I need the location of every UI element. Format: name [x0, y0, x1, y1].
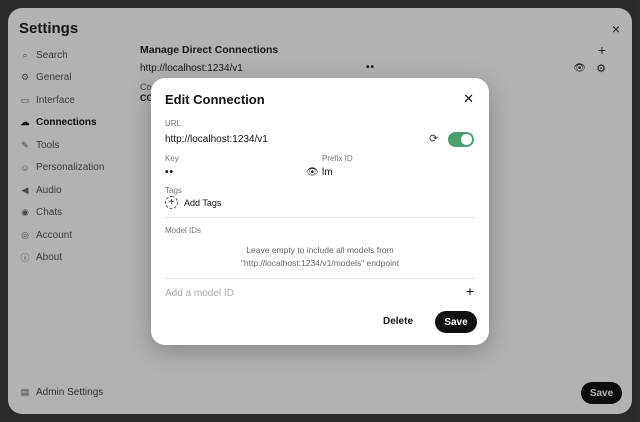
enable-toggle[interactable]	[448, 132, 474, 147]
url-label: URL	[165, 119, 182, 128]
add-tags-button[interactable]: + Add Tags	[165, 196, 221, 209]
refresh-icon[interactable]: ⟳	[429, 132, 438, 145]
modal-title: Edit Connection	[165, 92, 265, 107]
plus-circle-icon: +	[165, 196, 178, 209]
save-button[interactable]: Save	[435, 311, 477, 333]
close-icon[interactable]: ✕	[463, 91, 474, 107]
toggle-knob	[461, 134, 472, 145]
divider	[165, 217, 475, 218]
prefix-id-input[interactable]: lm	[322, 167, 333, 178]
model-ids-label: Model IDs	[165, 226, 202, 235]
add-tags-label: Add Tags	[184, 197, 222, 208]
eye-icon[interactable]: 👁	[306, 167, 319, 178]
delete-button[interactable]: Delete	[383, 316, 413, 327]
divider	[165, 278, 475, 279]
model-ids-helper: Leave empty to include all models from "…	[240, 245, 400, 268]
key-label: Key	[165, 154, 179, 163]
edit-connection-modal: Edit Connection ✕ URL http://localhost:1…	[151, 78, 489, 345]
prefix-id-label: Prefix ID	[322, 154, 353, 163]
model-id-input[interactable]	[165, 286, 445, 300]
url-input[interactable]: http://localhost:1234/v1	[165, 134, 268, 145]
add-model-button[interactable]: +	[466, 284, 474, 298]
key-input[interactable]: ••	[165, 167, 174, 178]
tags-label: Tags	[165, 186, 182, 195]
